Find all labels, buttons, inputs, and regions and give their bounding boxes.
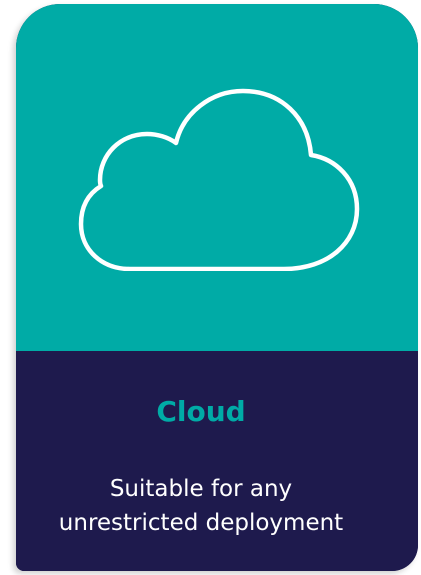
- card-description-line: Suitable for any: [109, 476, 293, 502]
- card-title: Cloud: [156, 395, 246, 428]
- cloud-icon: [78, 88, 360, 271]
- card-description-line: unrestricted deployment: [58, 510, 344, 536]
- card-description: Suitable for any unrestricted deployment: [0, 472, 402, 540]
- card-icon-panel: [16, 4, 418, 351]
